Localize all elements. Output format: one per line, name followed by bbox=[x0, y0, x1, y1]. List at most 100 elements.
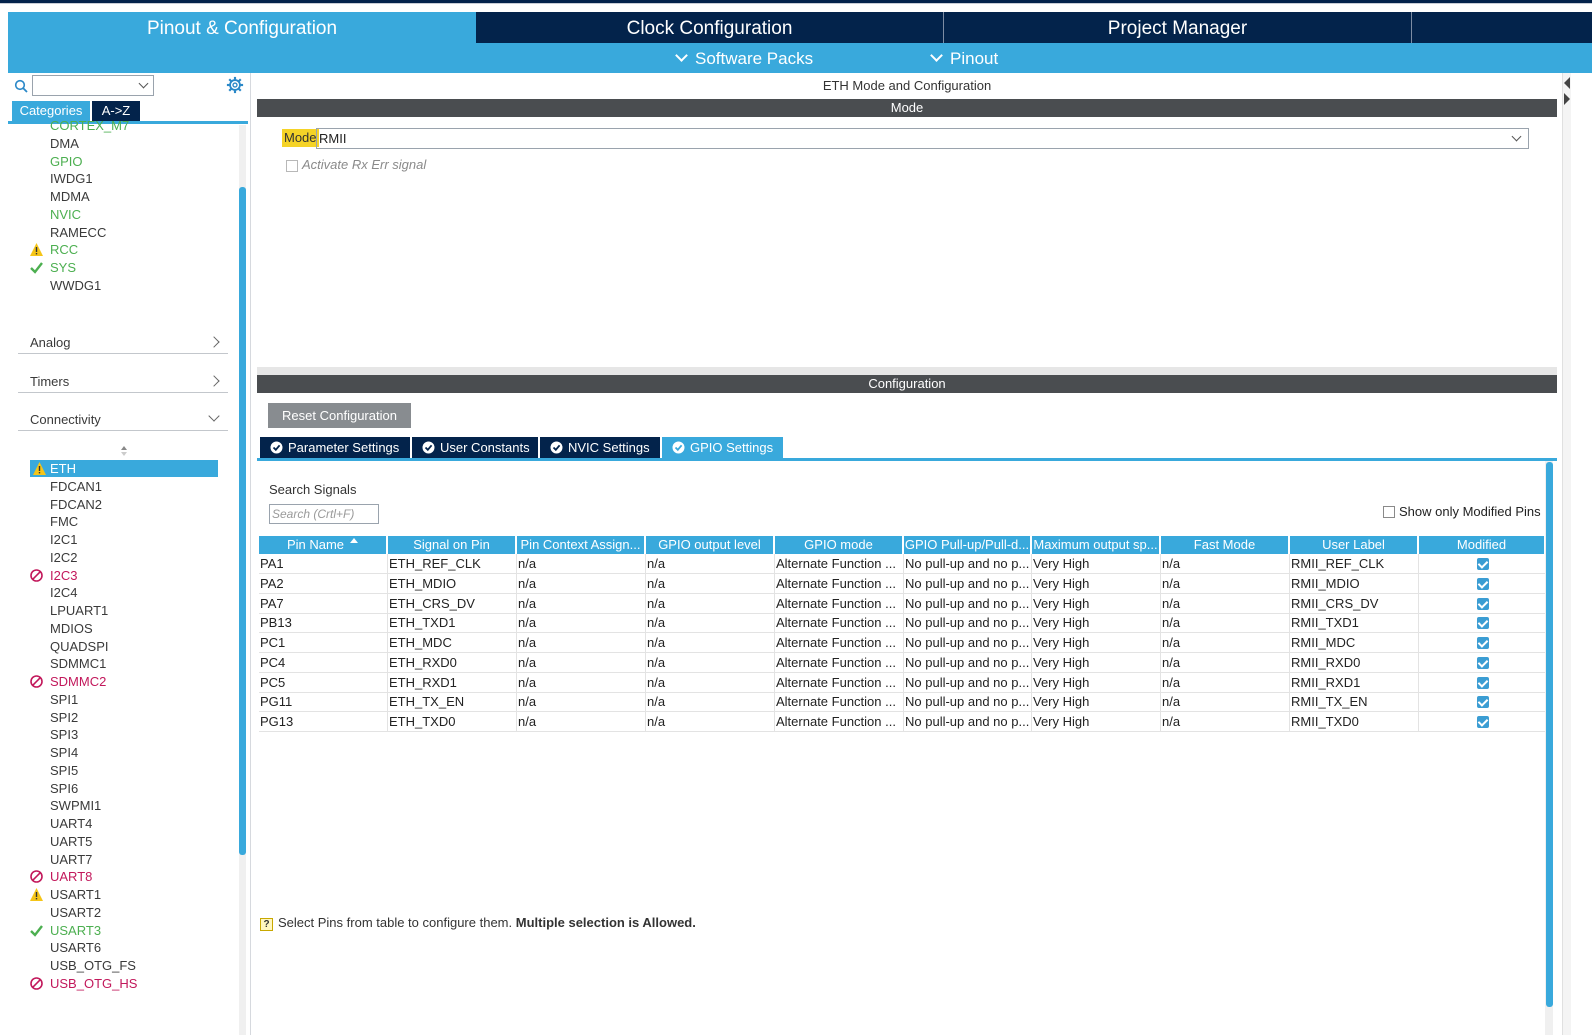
section-timers[interactable]: Timers bbox=[18, 371, 228, 393]
sidebar-item-lpuart1[interactable]: LPUART1 bbox=[50, 602, 108, 619]
sidebar-scroll-thumb[interactable] bbox=[239, 187, 246, 855]
column-header[interactable]: GPIO Pull-up/Pull-d... bbox=[904, 536, 1032, 554]
software-packs-menu[interactable]: Software Packs bbox=[675, 43, 813, 73]
sidebar-item-eth[interactable]: ETH bbox=[30, 460, 218, 477]
sidebar-item-uart4[interactable]: UART4 bbox=[50, 815, 92, 832]
tab-gpio-settings[interactable]: GPIO Settings bbox=[662, 437, 783, 458]
tab-pinout-configuration[interactable]: Pinout & Configuration bbox=[8, 12, 476, 43]
collapse-left-icon[interactable] bbox=[1564, 77, 1570, 89]
checkbox-checked-icon[interactable] bbox=[1477, 676, 1489, 689]
sidebar-item-quadspi[interactable]: QUADSPI bbox=[50, 638, 109, 655]
checkbox-checked-icon[interactable] bbox=[1477, 656, 1489, 669]
column-header[interactable]: Pin Context Assign... bbox=[517, 536, 646, 554]
sidebar-item-rcc[interactable]: RCC bbox=[30, 241, 78, 258]
component-search-combo[interactable] bbox=[32, 75, 154, 96]
sidebar-item-spi3[interactable]: SPI3 bbox=[50, 726, 78, 743]
column-header[interactable]: User Label bbox=[1290, 536, 1419, 554]
checkbox-checked-icon[interactable] bbox=[1477, 637, 1489, 649]
sidebar-item-ramecc[interactable]: RAMECC bbox=[50, 224, 106, 241]
sidebar-item-cortex-m7[interactable]: CORTEX_M7 bbox=[50, 117, 129, 134]
tab-clock-configuration[interactable]: Clock Configuration bbox=[476, 12, 944, 43]
pinout-menu[interactable]: Pinout bbox=[930, 43, 998, 73]
sidebar-item-nvic[interactable]: NVIC bbox=[50, 206, 81, 223]
sidebar-item-usart1[interactable]: USART1 bbox=[30, 886, 101, 903]
checkbox-checked-icon[interactable] bbox=[1477, 577, 1489, 590]
sidebar-item-uart8[interactable]: UART8 bbox=[30, 868, 92, 885]
show-modified-checkbox[interactable] bbox=[1383, 505, 1395, 518]
sidebar-item-i2c4[interactable]: I2C4 bbox=[50, 584, 77, 601]
table-row[interactable]: PA7 ETH_CRS_DV n/a n/a Alternate Function ..… bbox=[259, 593, 1546, 614]
column-header[interactable]: Fast Mode bbox=[1161, 536, 1290, 554]
sidebar-item-uart5[interactable]: UART5 bbox=[50, 833, 92, 850]
sidebar-item-gpio[interactable]: GPIO bbox=[50, 153, 83, 170]
tab-user-constants[interactable]: User Constants bbox=[412, 437, 538, 458]
section-analog[interactable]: Analog bbox=[18, 332, 228, 354]
tab-project-manager[interactable]: Project Manager bbox=[944, 12, 1412, 43]
panel-divider[interactable] bbox=[257, 367, 1557, 375]
table-row[interactable]: PC4 ETH_RXD0 n/a n/a Alternate Function ... N… bbox=[259, 652, 1546, 673]
checkbox-checked-icon[interactable] bbox=[1477, 716, 1489, 728]
sidebar-item-usb-otg-fs[interactable]: USB_OTG_FS bbox=[50, 957, 136, 974]
sidebar-item-spi5[interactable]: SPI5 bbox=[50, 762, 78, 779]
checkbox-checked-icon[interactable] bbox=[1477, 597, 1489, 610]
splitter[interactable] bbox=[1563, 73, 1571, 1035]
sidebar-item-mdios[interactable]: MDIOS bbox=[50, 620, 93, 637]
sidebar-item-spi2[interactable]: SPI2 bbox=[50, 709, 78, 726]
table-row[interactable]: PG11 ETH_TX_EN n/a n/a Alternate Function ..… bbox=[259, 692, 1546, 713]
column-header[interactable]: Signal on Pin bbox=[388, 536, 517, 554]
search-signals-input[interactable]: Search (Crtl+F) bbox=[269, 504, 379, 524]
sidebar-item-usart3[interactable]: USART3 bbox=[30, 922, 101, 939]
mode-select[interactable]: RMII bbox=[316, 128, 1529, 149]
sidebar-item-i2c1[interactable]: I2C1 bbox=[50, 531, 77, 548]
column-header[interactable]: GPIO mode bbox=[775, 536, 904, 554]
sidebar-item-fmc[interactable]: FMC bbox=[50, 513, 78, 530]
sidebar-item-i2c2[interactable]: I2C2 bbox=[50, 549, 77, 566]
table-cell: ETH_TX_EN bbox=[388, 692, 517, 713]
sort-icon[interactable] bbox=[120, 445, 128, 457]
checkbox-checked-icon[interactable] bbox=[1477, 558, 1489, 570]
sidebar-item-sdmmc1[interactable]: SDMMC1 bbox=[50, 655, 106, 672]
gear-icon[interactable] bbox=[226, 76, 244, 94]
panel-title: ETH Mode and Configuration bbox=[822, 78, 992, 93]
table-row[interactable]: PC5 ETH_RXD1 n/a n/a Alternate Function ... N… bbox=[259, 672, 1546, 693]
sidebar-item-usart6[interactable]: USART6 bbox=[50, 939, 101, 956]
tab-parameter-settings[interactable]: Parameter Settings bbox=[260, 437, 410, 458]
warning-icon bbox=[33, 462, 46, 475]
reset-configuration-button[interactable]: Reset Configuration bbox=[268, 403, 411, 428]
checkbox-checked-icon[interactable] bbox=[1477, 617, 1489, 630]
table-row[interactable]: PA1 ETH_REF_CLK n/a n/a Alternate Function .… bbox=[259, 554, 1546, 574]
collapse-right-icon[interactable] bbox=[1564, 93, 1570, 105]
sidebar-item-spi1[interactable]: SPI1 bbox=[50, 691, 78, 708]
sidebar-item-i2c3[interactable]: I2C3 bbox=[30, 567, 77, 584]
sidebar-item-fdcan1[interactable]: FDCAN1 bbox=[50, 478, 102, 495]
section-connectivity[interactable]: Connectivity bbox=[18, 409, 228, 431]
column-header[interactable]: GPIO output level bbox=[646, 536, 775, 554]
table-row[interactable]: PB13 ETH_TXD1 n/a n/a Alternate Function ...… bbox=[259, 613, 1546, 634]
sidebar-item-sys[interactable]: SYS bbox=[30, 259, 76, 276]
table-row[interactable]: PC1 ETH_MDC n/a n/a Alternate Function ... No… bbox=[259, 633, 1546, 653]
rx-err-checkbox[interactable] bbox=[286, 159, 298, 172]
sidebar-item-iwdg1[interactable]: IWDG1 bbox=[50, 170, 93, 187]
tab-tools[interactable] bbox=[1412, 12, 1592, 43]
column-header[interactable]: Modified bbox=[1419, 536, 1546, 554]
sidebar-item-dma[interactable]: DMA bbox=[50, 135, 79, 152]
table-row[interactable]: PG13 ETH_TXD0 n/a n/a Alternate Function ...… bbox=[259, 712, 1546, 732]
table-cell: PC5 bbox=[259, 672, 388, 693]
sidebar-item-usb-otg-hs[interactable]: USB_OTG_HS bbox=[30, 975, 137, 992]
sidebar-item-swpmi1[interactable]: SWPMI1 bbox=[50, 797, 101, 814]
sidebar-item-mdma[interactable]: MDMA bbox=[50, 188, 90, 205]
sidebar-item-wwdg1[interactable]: WWDG1 bbox=[50, 277, 101, 294]
sidebar-item-spi6[interactable]: SPI6 bbox=[50, 780, 78, 797]
tab-nvic-settings[interactable]: NVIC Settings bbox=[540, 437, 660, 458]
checkbox-checked-icon[interactable] bbox=[1477, 696, 1489, 709]
sidebar-item-usart2[interactable]: USART2 bbox=[50, 904, 101, 921]
sidebar-item-uart7[interactable]: UART7 bbox=[50, 851, 92, 868]
column-header[interactable]: Maximum output sp... bbox=[1032, 536, 1161, 554]
sidebar-item-spi4[interactable]: SPI4 bbox=[50, 744, 78, 761]
sidebar-item-sdmmc2[interactable]: SDMMC2 bbox=[30, 673, 106, 690]
table-cell: RMII_REF_CLK bbox=[1290, 554, 1419, 574]
column-header[interactable]: Pin Name bbox=[259, 536, 388, 554]
table-scroll-thumb[interactable] bbox=[1546, 462, 1553, 1007]
table-row[interactable]: PA2 ETH_MDIO n/a n/a Alternate Function ... N… bbox=[259, 573, 1546, 594]
sidebar-item-fdcan2[interactable]: FDCAN2 bbox=[50, 496, 102, 513]
